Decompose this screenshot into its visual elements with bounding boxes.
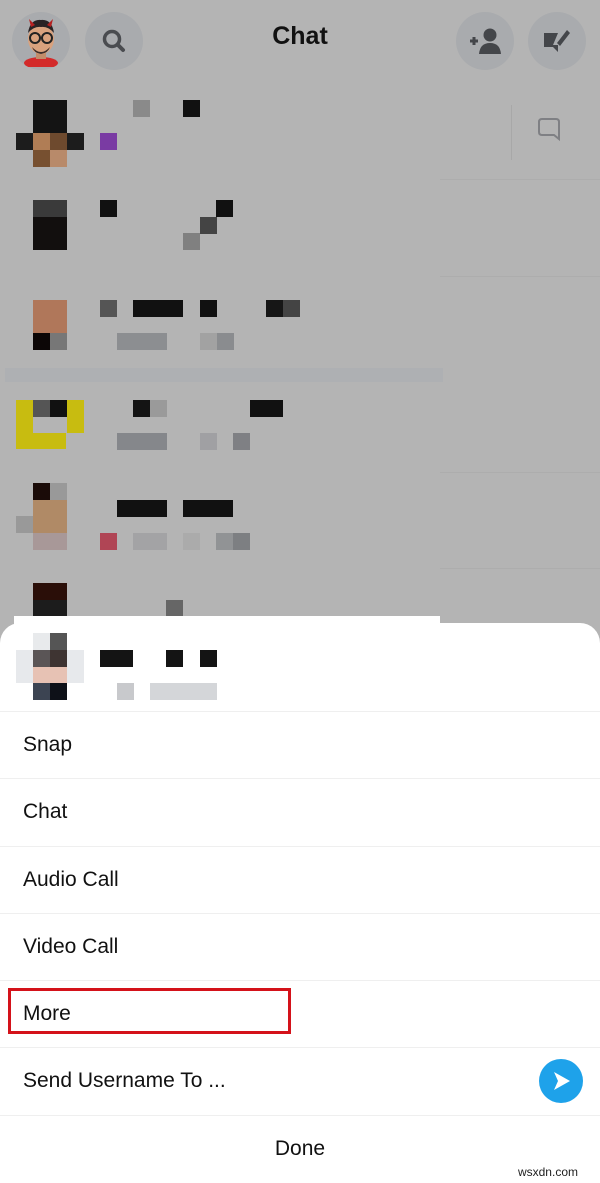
header: Chat bbox=[0, 0, 600, 82]
menu-item-label: Snap bbox=[23, 733, 73, 756]
menu-item-video-call[interactable]: Video Call bbox=[0, 913, 600, 980]
menu-item-snap[interactable]: Snap bbox=[0, 711, 600, 778]
chat-list-item[interactable] bbox=[0, 190, 600, 290]
new-chat-button[interactable] bbox=[528, 12, 586, 70]
chat-list-item[interactable] bbox=[0, 90, 600, 190]
done-button[interactable]: Done bbox=[0, 1115, 600, 1182]
menu-item-chat[interactable]: Chat bbox=[0, 778, 600, 845]
menu-item-label: Audio Call bbox=[23, 868, 119, 891]
menu-item-send-username[interactable]: Send Username To ... bbox=[0, 1047, 600, 1114]
chat-list-item[interactable] bbox=[0, 385, 600, 485]
add-friend-icon bbox=[470, 28, 501, 54]
watermark: wsxdn.com bbox=[517, 1165, 578, 1179]
menu-item-label: Chat bbox=[23, 800, 68, 823]
highlight-box bbox=[8, 988, 291, 1034]
send-arrow-icon[interactable] bbox=[539, 1059, 583, 1103]
chat-list-item[interactable] bbox=[0, 480, 600, 580]
add-friend-button[interactable] bbox=[456, 12, 514, 70]
chat-bubble-icon[interactable] bbox=[537, 117, 561, 143]
new-chat-icon bbox=[544, 30, 570, 52]
menu-item-audio-call[interactable]: Audio Call bbox=[0, 846, 600, 913]
menu-item-label: Video Call bbox=[23, 935, 119, 958]
menu-item-label: Send Username To ... bbox=[23, 1069, 226, 1092]
